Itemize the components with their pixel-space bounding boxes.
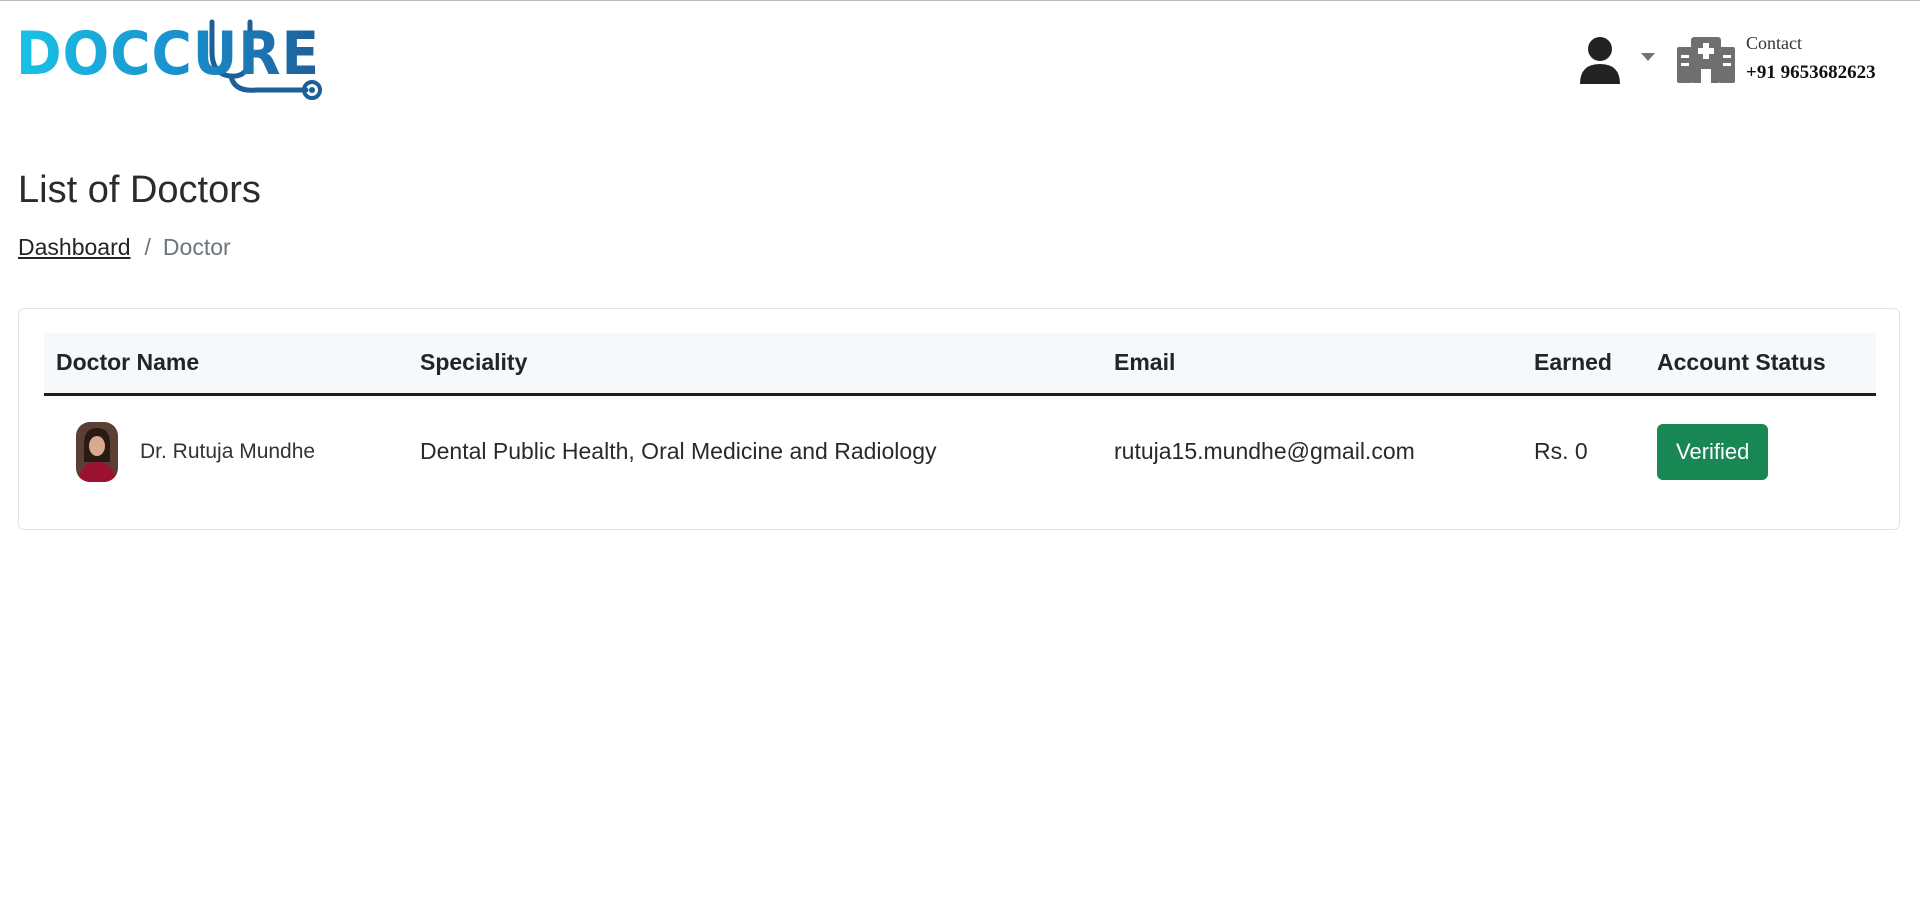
earned-cell: Rs. 0 <box>1534 438 1588 464</box>
user-menu[interactable] <box>1578 36 1658 86</box>
breadcrumb-separator: / <box>144 234 151 260</box>
doctor-avatar[interactable] <box>76 421 118 482</box>
doctors-table: Doctor Name Speciality Email Earned Acco… <box>44 333 1876 508</box>
logo-graphic: DOCCURE <box>16 19 322 100</box>
table-header-row: Doctor Name Speciality Email Earned Acco… <box>44 333 1876 396</box>
doctor-name[interactable]: Dr. Rutuja Mundhe <box>140 440 315 464</box>
email-cell: rutuja15.mundhe@gmail.com <box>1114 438 1415 464</box>
doccure-logo[interactable]: DOCCURE <box>16 18 322 100</box>
column-header-doctor-name[interactable]: Doctor Name <box>44 333 408 396</box>
user-icon <box>1580 37 1620 84</box>
page-title: List of Doctors <box>18 169 261 211</box>
contact-phone[interactable]: +91 9653682623 <box>1746 62 1920 84</box>
chevron-down-icon[interactable] <box>1641 53 1655 61</box>
hospital-icon <box>1677 37 1735 83</box>
table-row: Dr. Rutuja Mundhe Dental Public Health, … <box>44 394 1876 508</box>
logo-text: DOCCURE <box>16 19 320 89</box>
column-header-earned[interactable]: Earned <box>1522 333 1645 396</box>
speciality-cell: Dental Public Health, Oral Medicine and … <box>420 438 937 464</box>
column-header-account-status[interactable]: Account Status <box>1645 333 1876 396</box>
breadcrumb-dashboard-link[interactable]: Dashboard <box>18 232 131 262</box>
doctor-name-cell: Dr. Rutuja Mundhe <box>44 394 408 508</box>
verified-status-button[interactable]: Verified <box>1657 423 1769 480</box>
breadcrumb: Dashboard / Doctor <box>18 232 231 262</box>
doctors-card: Doctor Name Speciality Email Earned Acco… <box>18 308 1900 530</box>
contact-label: Contact <box>1746 33 1802 53</box>
status-cell: Verified <box>1645 394 1876 508</box>
contact-info: Contact +91 9653682623 <box>1746 32 1920 84</box>
breadcrumb-current: Doctor <box>162 234 231 260</box>
column-header-speciality[interactable]: Speciality <box>408 333 1102 396</box>
column-header-email[interactable]: Email <box>1102 333 1522 396</box>
top-border <box>0 0 1920 1</box>
